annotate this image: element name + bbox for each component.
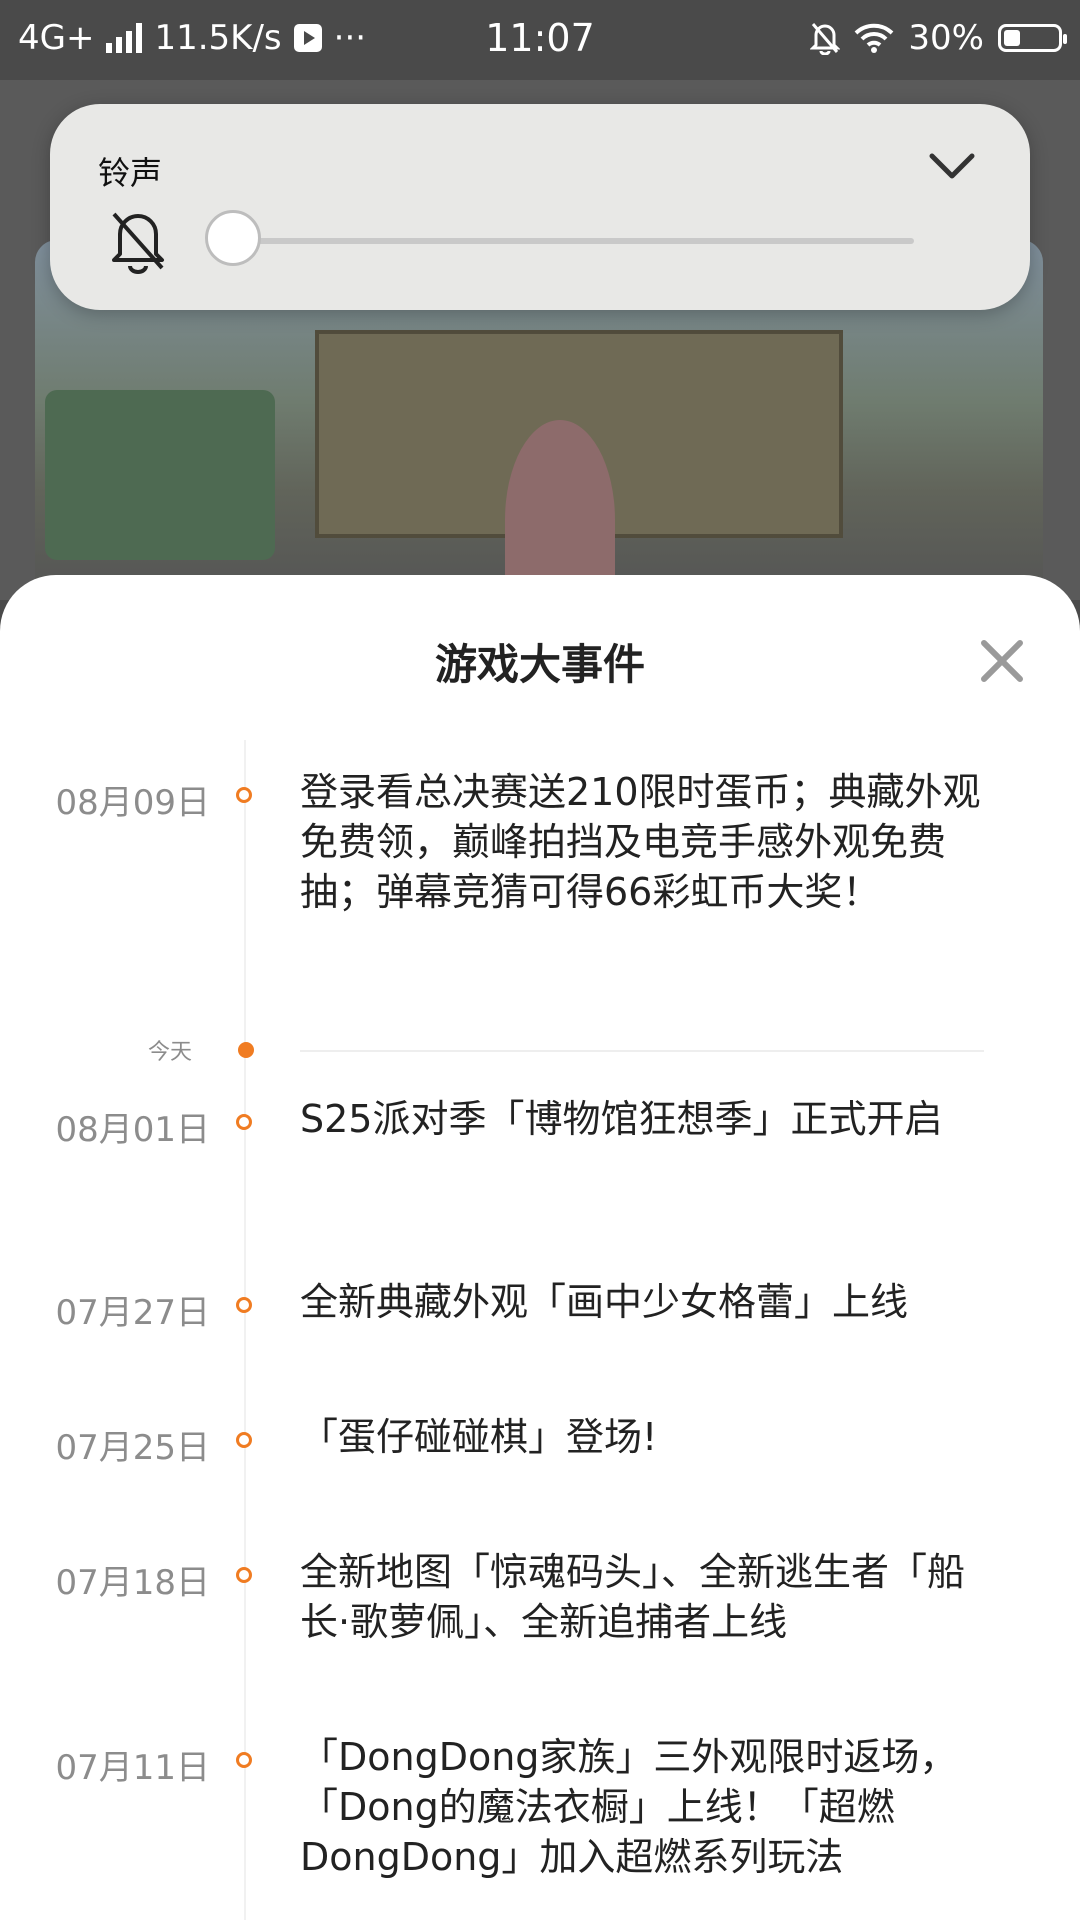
battery-percent: 30%: [908, 18, 984, 58]
volume-title: 铃声: [98, 154, 163, 192]
bell-muted-icon[interactable]: [106, 206, 170, 274]
bell-muted-icon: [810, 23, 841, 55]
timeline-dot: [236, 1432, 252, 1448]
event-text: 全新地图「惊魂码头」、全新逃生者「船长·歌萝佩」、全新追捕者上线: [300, 1550, 966, 1644]
event-date: 07月27日: [55, 1293, 210, 1333]
battery-fill: [1004, 30, 1020, 46]
battery-icon: [998, 24, 1067, 52]
wifi-icon: [855, 23, 894, 53]
today-dot: [238, 1042, 254, 1058]
timeline-dot: [236, 1114, 252, 1130]
timeline-dot: [236, 1752, 252, 1768]
timeline-line: [244, 740, 246, 1920]
event-text: 「蛋仔碰碰棋」登场!: [300, 1415, 658, 1459]
event-date: 07月18日: [55, 1563, 210, 1603]
volume-slider-track[interactable]: [234, 238, 914, 244]
event-date: 07月25日: [55, 1428, 210, 1468]
event-text: 「DongDong家族」三外观限时返场，「Dong的魔法衣橱」上线！「超燃Don…: [300, 1735, 958, 1879]
event-date: 08月09日: [55, 783, 210, 823]
event-date: 08月01日: [55, 1110, 210, 1150]
banner-shop: [45, 390, 275, 560]
event-text: 登录看总决赛送210限时蛋币；典藏外观免费领，巅峰拍挡及电竞手感外观免费抽；弹幕…: [300, 770, 981, 914]
close-icon[interactable]: [976, 635, 1028, 687]
timeline-dot: [236, 1567, 252, 1583]
volume-slider-knob[interactable]: [205, 210, 261, 266]
timeline-dot: [236, 1297, 252, 1313]
event-date: 07月11日: [55, 1748, 210, 1788]
status-bar: 4G+ 11.5K/s ··· 11:07 30%: [0, 0, 1080, 80]
timeline-dot: [236, 787, 252, 803]
volume-panel: 铃声: [50, 104, 1030, 310]
event-text: S25派对季「博物馆狂想季」正式开启: [300, 1097, 943, 1141]
events-sheet: 游戏大事件 08月09日 登录看总决赛送210限时蛋币；典藏外观免费领，巅峰拍挡…: [0, 575, 1080, 1920]
event-text: 全新典藏外观「画中少女格蕾」上线: [300, 1280, 909, 1324]
sheet-title: 游戏大事件: [434, 640, 645, 689]
today-label: 今天: [147, 1040, 192, 1065]
today-divider: [300, 1050, 984, 1052]
chevron-down-icon[interactable]: [926, 146, 978, 186]
status-right: 30%: [810, 18, 1067, 58]
